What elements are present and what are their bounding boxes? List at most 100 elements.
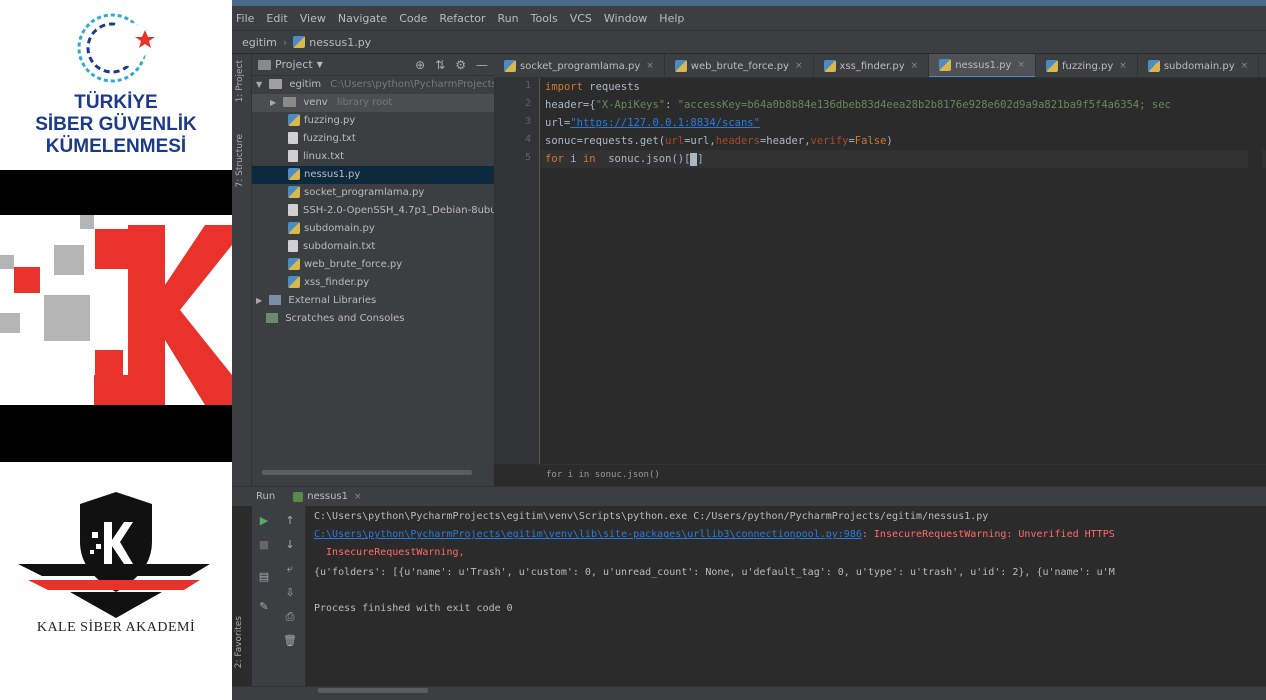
favorites-tool-button[interactable]: 2: Favorites <box>234 616 244 668</box>
menu-code[interactable]: Code <box>399 12 427 25</box>
close-icon[interactable]: × <box>1119 61 1127 71</box>
soft-wrap-icon[interactable]: ⤶ <box>282 562 298 576</box>
expand-arrow-icon[interactable]: ▼ <box>256 76 266 94</box>
project-view-selector[interactable]: Project <box>275 58 313 71</box>
tree-file-label: fuzzing.txt <box>303 133 356 144</box>
tree-file[interactable]: fuzzing.txt <box>252 130 494 148</box>
url-token[interactable]: "https://127.0.0.1:8834/scans" <box>570 117 760 129</box>
tree-file[interactable]: SSH-2.0-OpenSSH_4.7p1_Debian-8ubun <box>252 202 494 220</box>
brand-panel: TÜRKİYE SİBER GÜVENLİK KÜMELENMESİ KALE … <box>0 0 232 700</box>
text-file-icon <box>288 240 298 252</box>
console-error: : InsecureRequestWarning: Unverified HTT… <box>861 529 1115 540</box>
scroll-up-icon[interactable]: ↑ <box>282 514 298 527</box>
tab-label: socket_programlama.py <box>520 60 641 72</box>
python-file-icon <box>674 60 687 72</box>
hide-icon[interactable]: — <box>476 58 488 72</box>
run-panel-header: Run nessus1 × <box>232 486 1266 506</box>
tab-socket-programlama[interactable]: socket_programlama.py × <box>494 54 665 77</box>
tree-file[interactable]: socket_programlama.py <box>252 184 494 202</box>
target-icon[interactable]: ⊕ <box>415 58 425 72</box>
tab-label: nessus1.py <box>955 59 1012 71</box>
menu-vcs[interactable]: VCS <box>570 12 592 25</box>
tab-subdomain[interactable]: subdomain.py × <box>1138 54 1260 77</box>
settings-icon[interactable]: ✎ <box>256 600 272 613</box>
tree-file-label: nessus1.py <box>304 169 361 180</box>
tab-web-brute-force[interactable]: web_brute_force.py × <box>665 54 814 77</box>
menu-edit[interactable]: Edit <box>266 12 287 25</box>
kale-k-logo <box>0 215 232 405</box>
run-console-output[interactable]: C:\Users\python\PycharmProjects\egitim\v… <box>306 506 1266 686</box>
close-icon[interactable]: × <box>646 61 654 71</box>
tree-file[interactable]: subdomain.py <box>252 220 494 238</box>
keyword-token: for <box>545 153 564 165</box>
code-line-2: header={"X-ApiKeys": "accessKey=b64a0b8b… <box>545 96 1171 114</box>
tree-scratches[interactable]: Scratches and Consoles <box>252 310 494 328</box>
code-editor[interactable]: import requests header={"X-ApiKeys": "ac… <box>540 78 1266 464</box>
menu-navigate[interactable]: Navigate <box>338 12 387 25</box>
console-link[interactable]: C:\Users\python\PycharmProjects\egitim\v… <box>314 529 862 540</box>
line-number: 5 <box>524 152 531 163</box>
tree-file[interactable]: subdomain.txt <box>252 238 494 256</box>
tree-external-label: External Libraries <box>288 295 377 306</box>
close-icon[interactable]: × <box>1017 60 1025 70</box>
text-file-icon <box>288 150 298 162</box>
project-tool-button[interactable]: 1: Project <box>235 60 245 102</box>
param-token: headers <box>715 135 760 147</box>
menu-view[interactable]: View <box>300 12 326 25</box>
close-icon[interactable]: × <box>354 492 362 502</box>
tree-root[interactable]: ▼ egitim C:\Users\python\PycharmProjects… <box>252 76 494 94</box>
menu-help[interactable]: Help <box>659 12 684 25</box>
tree-venv-note: library root <box>336 97 393 108</box>
trash-icon[interactable]: 🗑 <box>282 634 298 647</box>
collapse-arrow-icon[interactable]: ▶ <box>256 292 266 310</box>
scroll-end-icon[interactable]: ⇩ <box>282 586 298 599</box>
tree-file-label: fuzzing.py <box>304 115 356 126</box>
code-line-1: import requests <box>545 78 640 96</box>
menu-file[interactable]: File <box>236 12 254 25</box>
gear-icon[interactable]: ⚙ <box>455 58 466 72</box>
nav-file[interactable]: nessus1.py <box>309 36 371 49</box>
menu-tools[interactable]: Tools <box>531 12 558 25</box>
print-icon[interactable]: ⎙ <box>282 610 298 624</box>
tab-xss-finder[interactable]: xss_finder.py × <box>814 54 930 77</box>
console-warning: C:\Users\python\PycharmProjects\egitim\v… <box>314 526 1115 544</box>
collapse-arrow-icon[interactable]: ▶ <box>270 94 280 112</box>
tree-file[interactable]: web_brute_force.py <box>252 256 494 274</box>
tree-external-libraries[interactable]: ▶ External Libraries <box>252 292 494 310</box>
tree-file[interactable]: xss_finder.py <box>252 274 494 292</box>
horizontal-scrollbar[interactable] <box>262 470 472 475</box>
tab-nessus1[interactable]: nessus1.py × <box>929 54 1037 77</box>
stop-icon[interactable]: ■ <box>256 538 272 551</box>
tab-subdomain-txt[interactable]: subdomain <box>1259 54 1266 77</box>
rerun-icon[interactable]: ▶ <box>256 514 272 527</box>
menu-run[interactable]: Run <box>498 12 519 25</box>
tree-file[interactable]: fuzzing.py <box>252 112 494 130</box>
dropdown-arrow-icon[interactable]: ▼ <box>317 60 323 69</box>
tree-file-label: subdomain.txt <box>303 241 376 252</box>
run-tab-nessus1[interactable]: nessus1 × <box>293 491 362 502</box>
scroll-down-icon[interactable]: ↓ <box>282 538 298 551</box>
editor-scrollbar[interactable] <box>1248 78 1262 464</box>
nav-project[interactable]: egitim <box>242 36 277 49</box>
tree-file[interactable]: linux.txt <box>252 148 494 166</box>
menu-refactor[interactable]: Refactor <box>439 12 485 25</box>
close-icon[interactable]: × <box>795 61 803 71</box>
code-line-3: url="https://127.0.0.1:8834/scans" <box>545 114 760 132</box>
keyword-token: False <box>854 135 887 147</box>
tab-fuzzing[interactable]: fuzzing.py × <box>1036 54 1138 77</box>
collapse-icon[interactable]: ⇅ <box>435 58 445 72</box>
project-panel: Project ▼ ⊕ ⇅ ⚙ — ▼ egitim C:\Users\pyth… <box>252 54 494 486</box>
close-icon[interactable]: × <box>1241 61 1249 71</box>
tree-file-selected[interactable]: nessus1.py <box>252 166 494 184</box>
tree-venv[interactable]: ▶ venv library root <box>252 94 494 112</box>
code-line-5-current: for i in sonuc.json()[] <box>540 150 1266 168</box>
tree-file-label: xss_finder.py <box>304 277 370 288</box>
console-scrollbar[interactable] <box>318 688 428 693</box>
structure-tool-button[interactable]: 7: Structure <box>235 134 245 188</box>
close-icon[interactable]: × <box>911 61 919 71</box>
layout-icon[interactable]: ▤ <box>256 570 272 583</box>
code-breadcrumb[interactable]: for i in sonuc.json() <box>540 464 1266 484</box>
menu-window[interactable]: Window <box>604 12 647 25</box>
code-token: ] <box>697 153 704 165</box>
text-file-icon <box>288 204 298 216</box>
